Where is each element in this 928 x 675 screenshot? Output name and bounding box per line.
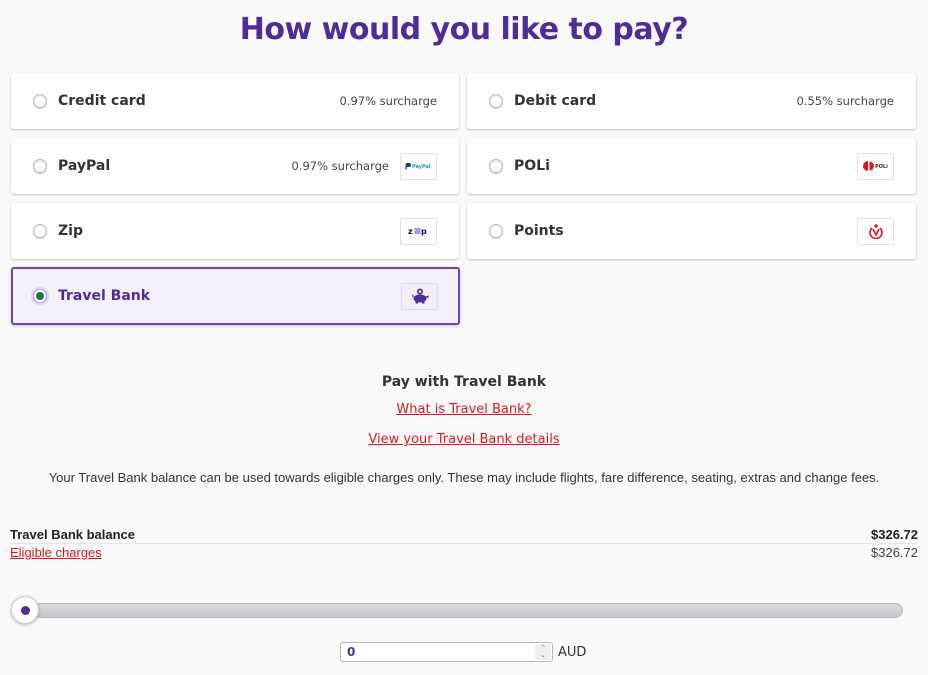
payment-option-zip[interactable]: Zip z p (11, 203, 459, 259)
payment-option-paypal[interactable]: PayPal 0.97% surcharge PayPal (11, 138, 459, 194)
payment-option-credit-card[interactable]: Credit card 0.97% surcharge (11, 73, 459, 129)
radio-poli[interactable] (489, 159, 503, 173)
travel-bank-description: Your Travel Bank balance can be used tow… (48, 470, 880, 485)
payment-option-travel-bank[interactable]: Travel Bank (11, 267, 460, 325)
travel-bank-heading: Pay with Travel Bank (381, 374, 547, 390)
amount-slider-track[interactable] (12, 603, 903, 618)
svg-text:PayPal: PayPal (412, 164, 431, 170)
what-is-travel-bank-link[interactable]: What is Travel Bank? (396, 402, 531, 417)
travel-bank-balance-row: Travel Bank balance $326.72 (10, 527, 918, 544)
paypal-logo-icon: PayPal (400, 152, 437, 180)
svg-text:z: z (408, 227, 413, 236)
payment-option-points[interactable]: Points (467, 203, 916, 259)
poli-logo-icon: POLi (857, 152, 894, 180)
payment-option-label: PayPal (58, 158, 111, 174)
svg-text:POLi: POLi (875, 164, 888, 170)
surcharge-text: 0.97% surcharge (339, 94, 437, 108)
svg-text:p: p (421, 227, 427, 236)
payment-option-debit-card[interactable]: Debit card 0.55% surcharge (467, 73, 916, 129)
travel-bank-balance-value: $326.72 (871, 527, 918, 542)
payment-option-poli[interactable]: POLi POLi (467, 138, 916, 194)
radio-debit-card[interactable] (489, 94, 503, 108)
travel-bank-balance-label: Travel Bank balance (10, 527, 136, 542)
amount-field[interactable]: ⌃ ⌄ (340, 642, 553, 662)
radio-zip[interactable] (33, 224, 47, 238)
payment-option-label: POLi (514, 158, 550, 174)
radio-paypal[interactable] (33, 159, 47, 173)
radio-travel-bank[interactable] (33, 289, 47, 303)
amount-input[interactable] (341, 645, 531, 659)
piggy-bank-icon (401, 282, 438, 310)
page-title: How would you like to pay? (239, 12, 689, 47)
payment-option-label: Zip (58, 223, 83, 239)
radio-credit-card[interactable] (33, 94, 47, 108)
payment-option-label: Credit card (58, 93, 146, 109)
chevron-up-icon[interactable]: ⌃ (540, 645, 546, 652)
amount-stepper[interactable]: ⌃ ⌄ (535, 644, 551, 660)
eligible-charges-link[interactable]: Eligible charges (10, 545, 102, 560)
payment-option-label: Travel Bank (58, 288, 151, 304)
surcharge-text: 0.97% surcharge (291, 159, 389, 173)
payment-option-label: Points (514, 223, 564, 239)
chevron-down-icon[interactable]: ⌄ (540, 652, 546, 659)
eligible-charges-row: Eligible charges $326.72 (10, 545, 918, 560)
amount-entry: ⌃ ⌄ AUD (340, 642, 586, 662)
velocity-points-icon (857, 217, 894, 245)
surcharge-text: 0.55% surcharge (796, 94, 894, 108)
radio-points[interactable] (489, 224, 503, 238)
eligible-charges-value: $326.72 (871, 545, 918, 560)
payment-option-label: Debit card (514, 93, 597, 109)
view-travel-bank-details-link[interactable]: View your Travel Bank details (368, 432, 559, 447)
amount-slider-thumb[interactable] (11, 596, 39, 624)
currency-label: AUD (558, 644, 587, 660)
zip-logo-icon: z p (400, 217, 437, 245)
